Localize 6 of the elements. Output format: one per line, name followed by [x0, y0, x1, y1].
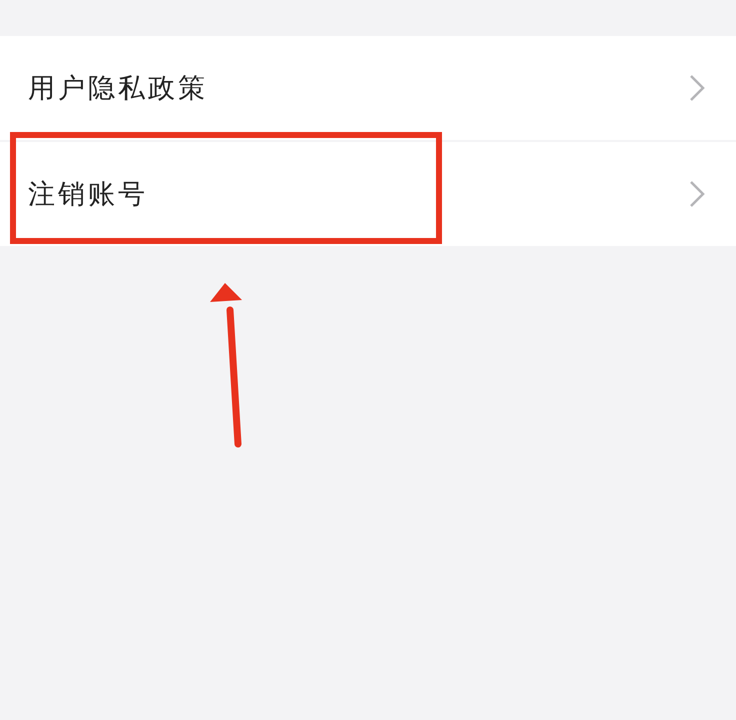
chevron-right-icon	[688, 73, 706, 103]
settings-row[interactable]: 用户隐私政策	[0, 36, 736, 140]
chevron-right-icon	[688, 179, 706, 209]
settings-row[interactable]: 注销账号	[0, 142, 736, 246]
row-label: 用户隐私政策	[28, 72, 208, 106]
row-label: 注销账号	[28, 178, 148, 212]
